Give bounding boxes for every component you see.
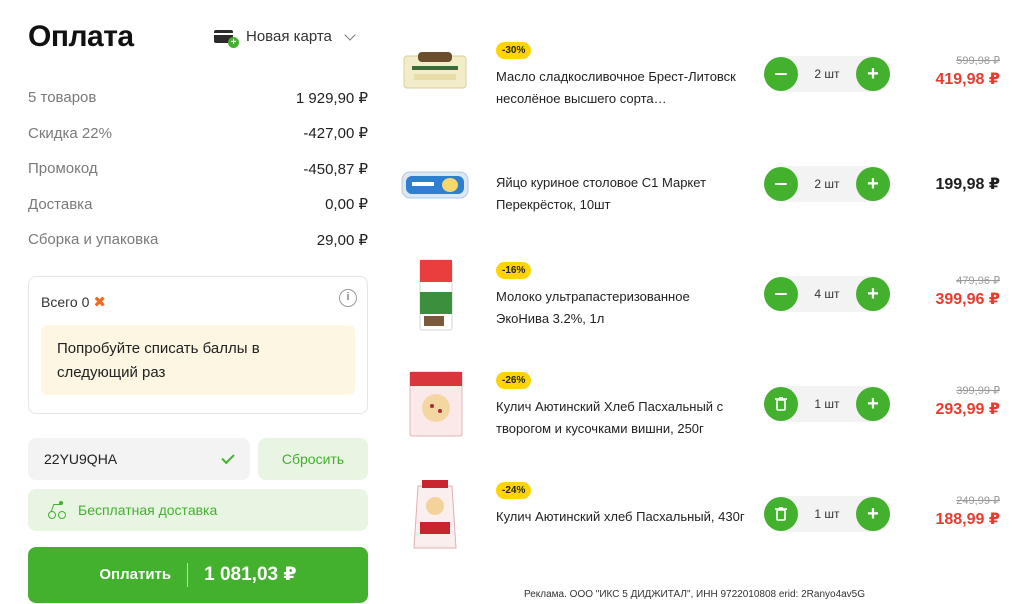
sale-price: 188,99 ₽	[935, 511, 1000, 528]
quantity-stepper: 4 шт +	[764, 276, 890, 312]
quantity-value: 1 шт	[814, 507, 840, 521]
check-icon	[221, 450, 235, 464]
discount-badge: -26%	[496, 372, 532, 389]
bonus-logo-icon: ✖	[93, 293, 106, 311]
summary-row-delivery: Доставка 0,00 ₽	[28, 187, 368, 223]
summary-label: Сборка и упаковка	[28, 231, 159, 249]
checkout-panel: Оплата + Новая карта 5 товаров 1 929,90 …	[28, 0, 368, 603]
sale-price: 419,98 ₽	[935, 71, 1000, 88]
item-name[interactable]: Яйцо куриное столовое С1 Маркет Перекрёс…	[496, 172, 746, 216]
payment-card-select[interactable]: + Новая карта	[214, 28, 356, 48]
plus-icon[interactable]: +	[855, 387, 890, 421]
ad-disclaimer: Реклама. ООО "ИКС 5 ДИДЖИТАЛ", ИНН 97220…	[524, 589, 866, 600]
summary-value: 29,00 ₽	[316, 231, 368, 249]
summary-label: Промокод	[28, 160, 98, 178]
summary-label: Скидка 22%	[28, 124, 112, 142]
item-name[interactable]: Кулич Аютинский хлеб Пасхальный, 430г	[496, 506, 746, 528]
plus-icon[interactable]: +	[855, 167, 890, 201]
cart-items-list: -30% Масло сладкосливочное Брест-Литовск…	[396, 36, 1016, 586]
summary-row-discount: Скидка 22% -427,00 ₽	[28, 116, 368, 152]
item-prices: 479,96 ₽ 399,96 ₽	[935, 274, 1000, 309]
reset-promo-button[interactable]: Сбросить	[258, 437, 368, 480]
pay-button[interactable]: Оплатить 1 081,03 ₽	[28, 546, 368, 603]
add-card-icon: +	[214, 29, 239, 48]
promo-row: 22YU9QHA Сбросить	[28, 437, 368, 480]
discount-badge: -16%	[496, 262, 532, 279]
cart-item: Яйцо куриное столовое С1 Маркет Перекрёс…	[396, 146, 1016, 256]
quantity-stepper: 2 шт +	[764, 166, 890, 202]
pay-amount: 1 081,03 ₽	[204, 564, 297, 585]
bonus-total: Всего 0 ✖	[41, 293, 355, 311]
free-delivery-banner: Бесплатная доставка	[28, 488, 368, 531]
summary-value: -450,87 ₽	[303, 160, 368, 178]
discount-badge: -30%	[496, 42, 532, 59]
pay-label: Оплатить	[99, 566, 172, 583]
summary-row-promo: Промокод -450,87 ₽	[28, 151, 368, 187]
milk-product-image	[419, 259, 453, 331]
item-name[interactable]: Кулич Аютинский Хлеб Пасхальный с творог…	[496, 396, 746, 440]
price: 199,98 ₽	[935, 176, 1000, 193]
page-title: Оплата	[28, 20, 134, 53]
cart-item: -26% Кулич Аютинский Хлеб Пасхальный с т…	[396, 366, 1016, 476]
quantity-stepper: 1 шт +	[764, 496, 890, 532]
easter-cake-box-image	[409, 371, 463, 437]
pay-divider	[187, 562, 189, 587]
trash-icon[interactable]	[764, 497, 798, 531]
info-icon[interactable]: i	[339, 288, 357, 307]
summary-label: 5 товаров	[28, 89, 97, 107]
plus-icon[interactable]: +	[855, 497, 890, 531]
minus-icon[interactable]	[764, 167, 798, 201]
free-delivery-label: Бесплатная доставка	[78, 501, 218, 518]
bonus-hint: Попробуйте списать баллы в следующий раз	[41, 324, 355, 395]
quantity-value: 2 шт	[814, 177, 840, 191]
item-name[interactable]: Масло сладкосливочное Брест-Литовск несо…	[496, 66, 746, 110]
quantity-value: 2 шт	[814, 67, 840, 81]
plus-icon[interactable]: +	[855, 277, 890, 311]
sale-price: 399,96 ₽	[935, 291, 1000, 308]
bonus-points-box: Всего 0 ✖ i Попробуйте списать баллы в с…	[28, 275, 368, 414]
quantity-value: 1 шт	[814, 397, 840, 411]
cart-item: -24% Кулич Аютинский хлеб Пасхальный, 43…	[396, 476, 1016, 586]
promo-code-input[interactable]: 22YU9QHA	[28, 437, 250, 480]
bicycle-courier-icon	[48, 500, 66, 519]
item-prices: 399,99 ₽ 293,99 ₽	[935, 384, 1000, 419]
bonus-total-label: Всего 0	[41, 293, 90, 310]
summary-label: Доставка	[28, 195, 93, 213]
old-price: 249,99 ₽	[956, 495, 1000, 507]
easter-cake-bag-image	[413, 480, 457, 549]
butter-product-image	[403, 52, 467, 89]
item-prices: 199,98 ₽	[935, 174, 1000, 194]
quantity-value: 4 шт	[814, 287, 840, 301]
summary-row-items: 5 товаров 1 929,90 ₽	[28, 80, 368, 116]
item-name[interactable]: Молоко ультрапастеризованное ЭкоНива 3.2…	[496, 286, 746, 330]
summary-value: -427,00 ₽	[303, 125, 368, 143]
old-price: 399,99 ₽	[956, 385, 1000, 397]
promo-code-value: 22YU9QHA	[44, 450, 118, 467]
discount-badge: -24%	[496, 482, 532, 499]
chevron-down-icon	[344, 28, 356, 41]
quantity-stepper: 1 шт +	[764, 386, 890, 422]
old-price: 479,96 ₽	[956, 275, 1000, 287]
old-price: 599,98 ₽	[956, 55, 1000, 67]
trash-icon[interactable]	[764, 387, 798, 421]
card-select-label: Новая карта	[246, 28, 332, 45]
minus-icon[interactable]	[764, 277, 798, 311]
order-summary: 5 товаров 1 929,90 ₽ Скидка 22% -427,00 …	[28, 80, 368, 258]
quantity-stepper: 2 шт +	[764, 56, 890, 92]
plus-icon[interactable]: +	[855, 57, 890, 91]
summary-value: 1 929,90 ₽	[295, 89, 368, 107]
item-prices: 249,99 ₽ 188,99 ₽	[935, 494, 1000, 529]
minus-icon[interactable]	[764, 57, 798, 91]
summary-row-packing: Сборка и упаковка 29,00 ₽	[28, 222, 368, 258]
eggs-product-image	[401, 171, 469, 199]
summary-value: 0,00 ₽	[325, 196, 368, 214]
item-prices: 599,98 ₽ 419,98 ₽	[935, 54, 1000, 89]
cart-item: -16% Молоко ультрапастеризованное ЭкоНив…	[396, 256, 1016, 366]
checkout-header: Оплата + Новая карта	[28, 0, 368, 80]
cart-item: -30% Масло сладкосливочное Брест-Литовск…	[396, 36, 1016, 146]
sale-price: 293,99 ₽	[935, 401, 1000, 418]
